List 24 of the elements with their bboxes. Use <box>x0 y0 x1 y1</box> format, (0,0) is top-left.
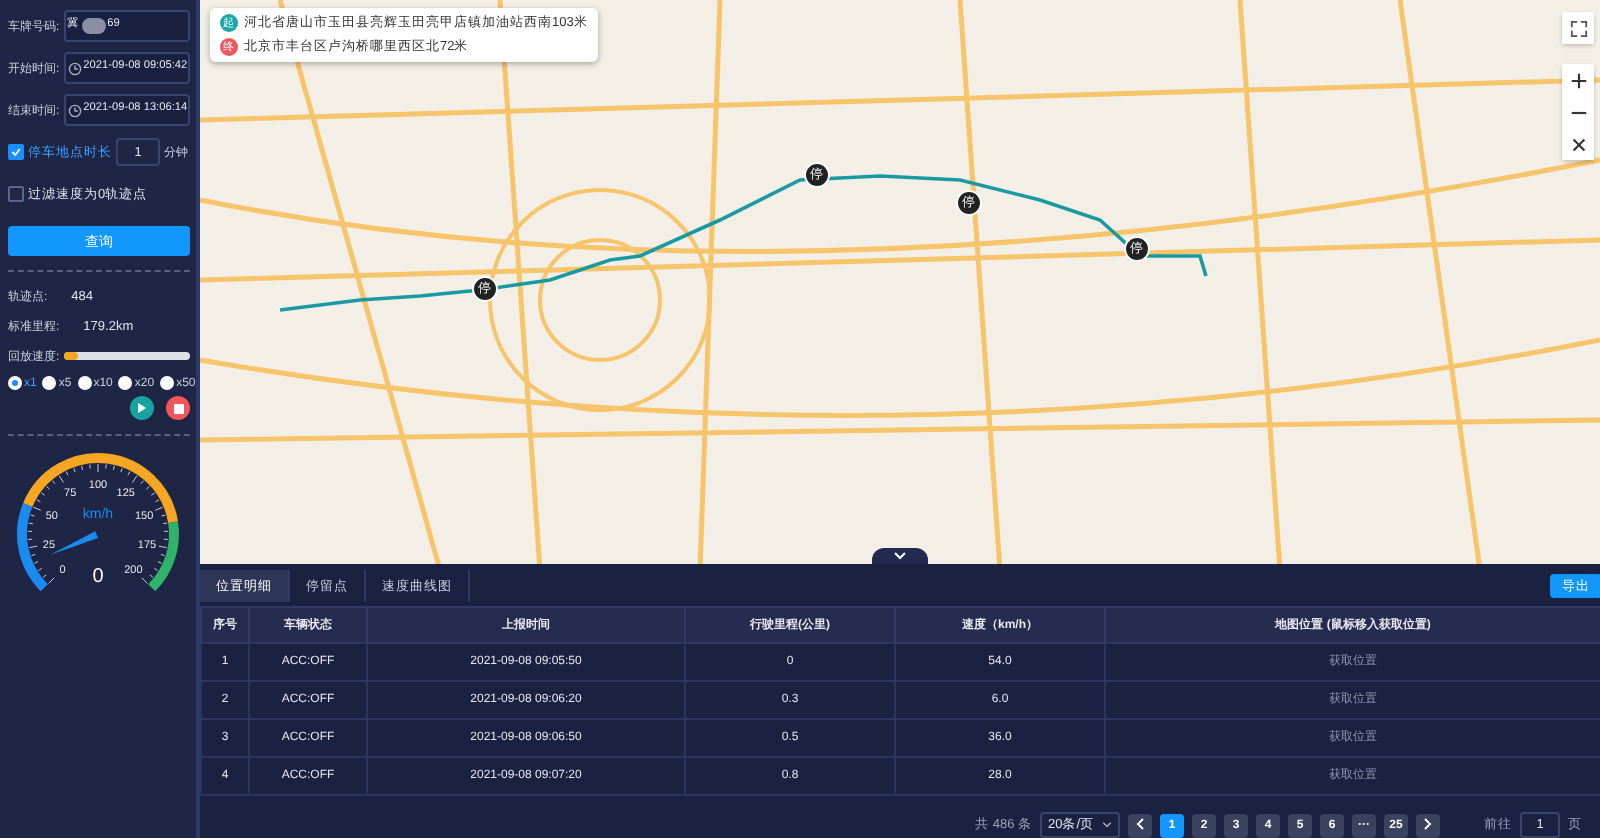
caret-icon <box>1102 822 1112 828</box>
zoom-in-button[interactable] <box>1562 64 1594 96</box>
gauge-reading: 0 <box>92 566 104 588</box>
checkbox[interactable] <box>8 144 24 160</box>
previous-page-button[interactable] <box>1128 813 1152 837</box>
checkbox[interactable] <box>8 186 24 202</box>
reset-button[interactable] <box>1562 128 1594 160</box>
fullscreen-icon <box>1569 19 1587 37</box>
chevron-left-icon <box>1136 817 1144 829</box>
stop-icon <box>173 403 183 413</box>
chevron-down-icon <box>894 552 906 560</box>
stop-button[interactable] <box>166 396 190 420</box>
next-page-button[interactable] <box>1416 813 1440 837</box>
collapse-toggle[interactable] <box>872 548 928 564</box>
chevron-right-icon <box>1424 817 1432 829</box>
play-icon <box>136 402 148 414</box>
fullscreen-button[interactable] <box>1562 12 1594 44</box>
play-button[interactable] <box>130 396 154 420</box>
redaction-block <box>81 18 106 34</box>
clock-icon <box>67 103 82 117</box>
cross-icon <box>1569 135 1587 153</box>
clock-icon <box>67 61 82 75</box>
speed-slider[interactable] <box>63 352 190 360</box>
plus-icon <box>1569 71 1587 89</box>
